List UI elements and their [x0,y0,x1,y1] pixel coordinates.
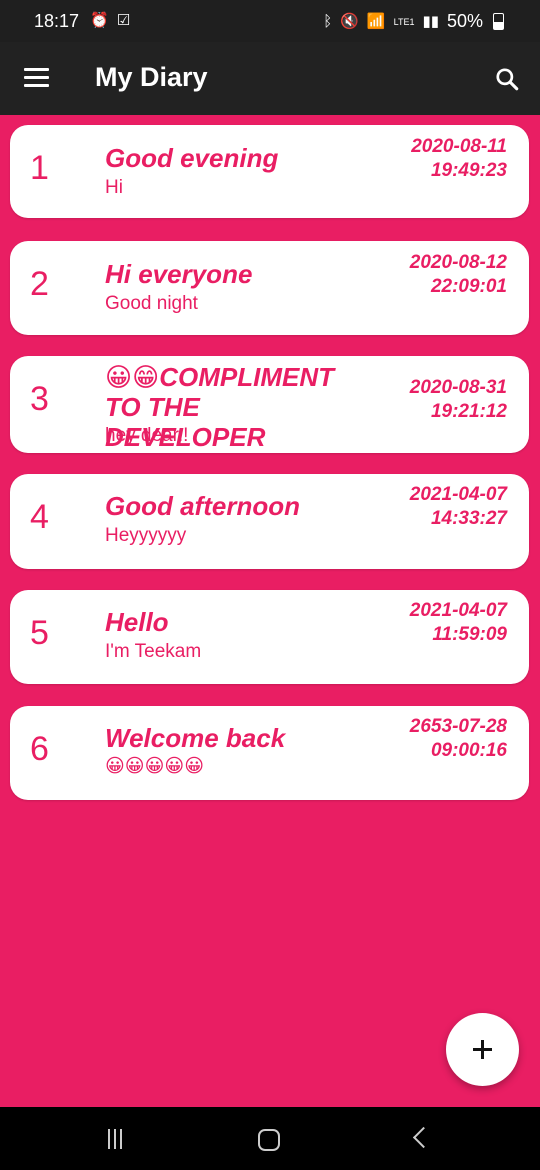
entry-title: Good afternoon [105,491,300,521]
entry-time: 22:09:01 [430,276,507,297]
status-bar: 18:17 ⏰ ☑ ᛒ 🔇 📶 LTE1 ▮▮ 50% [0,0,540,42]
bluetooth-icon: ᛒ [323,12,333,30]
entry-time: 14:33:27 [430,508,507,529]
home-icon[interactable] [228,1107,308,1170]
entry-body: I'm Teekam [105,641,202,662]
entry-body: Heyyyyyy [105,525,187,546]
back-icon[interactable] [380,1107,460,1170]
entry-number: 4 [30,498,49,536]
status-time: 18:17 [34,11,80,31]
signal-icon: ▮▮ [422,12,439,30]
entry-date: 2021-04-07 [409,484,507,505]
recents-icon[interactable] [78,1107,158,1170]
entry-body: Good night [105,293,198,314]
diary-entry-card[interactable]: 4 Good afternoon Heyyyyyy 2021-04-07 14:… [10,474,529,569]
entry-body: 😀😀😀😀😀 [105,756,205,777]
diary-entry-card[interactable]: 6 Welcome back 😀😀😀😀😀 2653-07-28 09:00:16 [10,706,529,800]
entry-date: 2020-08-31 [409,377,507,398]
entry-date: 2653-07-28 [409,716,507,737]
diary-entry-card[interactable]: 3 😀😁COMPLIMENT TO THE DEVELOPER hey dear… [10,356,529,453]
wifi-icon: 📶 [366,12,386,30]
entry-date: 2021-04-07 [409,600,507,621]
entry-title: Hi everyone [105,259,253,289]
entry-number: 6 [30,730,49,768]
entry-time: 11:59:09 [432,624,507,645]
entry-title: Hello [105,607,169,637]
network-label: LTE1 [393,16,415,27]
entry-number: 3 [30,380,49,418]
entry-date: 2020-08-12 [409,252,507,273]
page-title: My Diary [95,62,208,92]
app-bar: My Diary [0,42,540,115]
add-entry-button[interactable] [446,1013,519,1086]
entry-date: 2020-08-11 [411,136,507,157]
entry-datetime: 2020-08-12 22:09:01 [357,251,507,299]
entry-body: hey dear.! [105,425,189,446]
mute-icon: 🔇 [340,12,359,30]
diary-entry-card[interactable]: 2 Hi everyone Good night 2020-08-12 22:0… [10,241,529,335]
entry-datetime: 2020-08-11 19:49:23 [357,135,507,183]
entry-time: 19:21:12 [430,401,507,422]
entry-time: 19:49:23 [430,160,507,181]
entry-datetime: 2021-04-07 11:59:09 [357,599,507,647]
entry-number: 1 [30,149,49,187]
entry-datetime: 2020-08-31 19:21:12 [357,376,507,424]
entry-body: Hi [105,177,123,198]
entry-title: Welcome back [105,723,286,753]
battery-icon [493,13,504,30]
entry-datetime: 2653-07-28 09:00:16 [357,715,507,763]
diary-entry-card[interactable]: 5 Hello I'm Teekam 2021-04-07 11:59:09 [10,590,529,684]
system-nav-bar [0,1107,540,1170]
entry-datetime: 2021-04-07 14:33:27 [357,483,507,531]
menu-icon[interactable] [24,68,49,88]
search-icon[interactable] [494,66,520,92]
entry-number: 5 [30,614,49,652]
entry-number: 2 [30,265,49,303]
checkbox-icon: ☑ [116,12,131,29]
battery-percent: 50% [446,11,483,31]
entry-time: 09:00:16 [430,740,507,761]
alarm-icon: ⏰ [90,12,109,29]
entry-title: Good evening [105,143,279,173]
diary-entry-card[interactable]: 1 Good evening Hi 2020-08-11 19:49:23 [10,125,529,218]
